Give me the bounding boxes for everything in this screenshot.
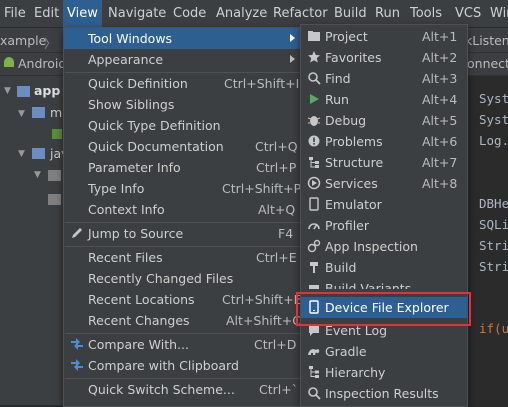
menu-tools[interactable]: Tools bbox=[406, 0, 446, 27]
code-line: DBHe bbox=[479, 196, 508, 211]
code-line: Stri bbox=[479, 238, 508, 253]
menu-item-recent-locations[interactable]: Recent Locations Ctrl+Shift+E bbox=[64, 289, 302, 310]
menu-item-compare-with-clipboard[interactable]: Compare with Clipboard bbox=[64, 355, 302, 376]
menu-item-favorites[interactable]: Favorites Alt+2 bbox=[301, 47, 467, 68]
menu-item-inspection-results[interactable]: Inspection Results bbox=[301, 383, 467, 404]
menu-item-appearance[interactable]: Appearance bbox=[64, 49, 302, 70]
code-line: Syst bbox=[479, 91, 508, 106]
menu-item-app-inspection[interactable]: App Inspection bbox=[301, 236, 467, 257]
menu-item-run[interactable]: Run Alt+4 bbox=[301, 89, 467, 110]
menu-vcs[interactable]: VCS bbox=[451, 0, 485, 27]
code-line: Stri bbox=[479, 259, 508, 274]
menu-item-quick-documentation[interactable]: Quick Documentation Ctrl+Q bbox=[64, 136, 302, 157]
hammer-icon bbox=[310, 262, 318, 273]
menu-navigate[interactable]: Navigate bbox=[104, 0, 170, 27]
tree-item-manifests[interactable]: m bbox=[50, 105, 62, 120]
submenu-arrow-icon bbox=[290, 34, 295, 42]
menu-item-find[interactable]: Find Alt+3 bbox=[301, 68, 467, 89]
chevron-right-icon: 〉 bbox=[44, 36, 57, 51]
menu-edit[interactable]: Edit bbox=[30, 0, 63, 27]
menu-item-build[interactable]: Build bbox=[301, 257, 467, 278]
menu-item-hierarchy[interactable]: Hierarchy bbox=[301, 362, 467, 383]
menu-build[interactable]: Build bbox=[330, 0, 371, 27]
menu-item-problems[interactable]: Problems Alt+6 bbox=[301, 131, 467, 152]
run-icon bbox=[310, 94, 319, 104]
menu-item-quick-definition[interactable]: Quick Definition Ctrl+Shift+I bbox=[64, 73, 302, 94]
menu-analyze[interactable]: Analyze bbox=[212, 0, 271, 27]
folder-icon bbox=[32, 148, 45, 159]
chevron-down-icon: ▼ bbox=[18, 149, 25, 159]
project-panel: ▼ app ▼ m ▼ jav ▼ bbox=[0, 76, 69, 405]
compare-icon bbox=[71, 359, 83, 371]
menu-item-parameter-info[interactable]: Parameter Info Ctrl+P bbox=[64, 157, 302, 178]
menu-item-context-info[interactable]: Context Info Alt+Q bbox=[64, 199, 302, 220]
menu-item-emulator[interactable]: Emulator bbox=[301, 194, 467, 215]
project-root-label[interactable]: app bbox=[34, 83, 60, 98]
menu-refactor[interactable]: Refactor bbox=[269, 0, 332, 27]
build-variants-icon bbox=[309, 285, 319, 289]
menu-item-quick-type-definition[interactable]: Quick Type Definition bbox=[64, 115, 302, 136]
menu-item-jump-to-source[interactable]: Jump to Source F4 bbox=[64, 223, 302, 244]
chevron-down-icon: ▼ bbox=[34, 170, 41, 180]
breadcrumb[interactable]: xample bbox=[0, 33, 46, 48]
manifest-file-icon bbox=[52, 129, 62, 139]
inspection-icon bbox=[307, 239, 321, 253]
menu-file[interactable]: File bbox=[0, 0, 30, 27]
services-icon bbox=[307, 176, 321, 190]
editor-tab-2[interactable]: onnectM bbox=[467, 56, 508, 71]
project-view-selector[interactable]: Android bbox=[18, 56, 66, 71]
code-line: Syst bbox=[479, 112, 508, 127]
android-icon bbox=[4, 57, 14, 67]
structure-icon bbox=[309, 157, 319, 168]
folder-icon bbox=[17, 86, 30, 97]
menu-item-recent-files[interactable]: Recent Files Ctrl+E bbox=[64, 247, 302, 268]
menu-item-gradle[interactable]: Gradle bbox=[301, 341, 467, 362]
highlight-annotation-box bbox=[296, 292, 471, 326]
menu-item-structure[interactable]: Structure Alt+7 bbox=[301, 152, 467, 173]
code-line: if(u bbox=[479, 321, 508, 336]
folder-icon bbox=[32, 107, 45, 118]
editor-tab[interactable]: kListen bbox=[465, 33, 508, 48]
code-line: Log. bbox=[479, 133, 508, 148]
bug-icon bbox=[307, 116, 321, 126]
menu-item-tool-windows[interactable]: Tool Windows bbox=[64, 28, 302, 49]
menu-item-compare-with[interactable]: Compare With... Ctrl+D bbox=[64, 334, 302, 355]
menu-item-type-info[interactable]: Type Info Ctrl+Shift+P bbox=[64, 178, 302, 199]
menu-item-show-siblings[interactable]: Show Siblings bbox=[64, 94, 302, 115]
submenu-arrow-icon bbox=[290, 55, 295, 63]
menu-item-project[interactable]: Project Alt+1 bbox=[301, 26, 467, 47]
tool-windows-submenu: Project Alt+1 Favorites Alt+2 Find Alt+3… bbox=[300, 24, 468, 407]
menu-window[interactable]: Win bbox=[486, 0, 508, 27]
view-menu: Tool Windows Appearance Quick Definition… bbox=[63, 27, 303, 407]
chevron-down-icon: ▼ bbox=[18, 109, 25, 119]
menu-view[interactable]: View bbox=[63, 0, 102, 27]
chevron-down-icon: ▼ bbox=[4, 86, 11, 96]
gradle-icon bbox=[308, 349, 320, 355]
menu-item-build-variants[interactable]: Build Variants bbox=[301, 278, 467, 289]
package-icon bbox=[48, 194, 61, 205]
inspection-results-icon bbox=[308, 387, 321, 400]
folder-icon bbox=[308, 31, 320, 41]
problems-icon bbox=[308, 135, 320, 147]
menu-run[interactable]: Run bbox=[371, 0, 404, 27]
menu-item-recently-changed-files[interactable]: Recently Changed Files bbox=[64, 268, 302, 289]
menu-item-debug[interactable]: Debug Alt+5 bbox=[301, 110, 467, 131]
emulator-icon bbox=[309, 197, 319, 211]
menu-item-profiler[interactable]: Profiler bbox=[301, 215, 467, 236]
code-line: SQLi bbox=[479, 217, 508, 232]
hierarchy-icon bbox=[309, 366, 319, 378]
menu-item-services[interactable]: Services Alt+8 bbox=[301, 173, 467, 194]
menu-code[interactable]: Code bbox=[169, 0, 210, 27]
package-icon bbox=[48, 170, 61, 181]
star-icon bbox=[308, 51, 320, 63]
compare-icon bbox=[71, 338, 83, 350]
profiler-icon bbox=[308, 223, 320, 230]
menu-item-quick-switch-scheme[interactable]: Quick Switch Scheme... Ctrl+` bbox=[64, 379, 302, 400]
search-icon bbox=[308, 72, 321, 85]
pencil-icon bbox=[72, 228, 82, 238]
menu-item-recent-changes[interactable]: Recent Changes Alt+Shift+C bbox=[64, 310, 302, 331]
